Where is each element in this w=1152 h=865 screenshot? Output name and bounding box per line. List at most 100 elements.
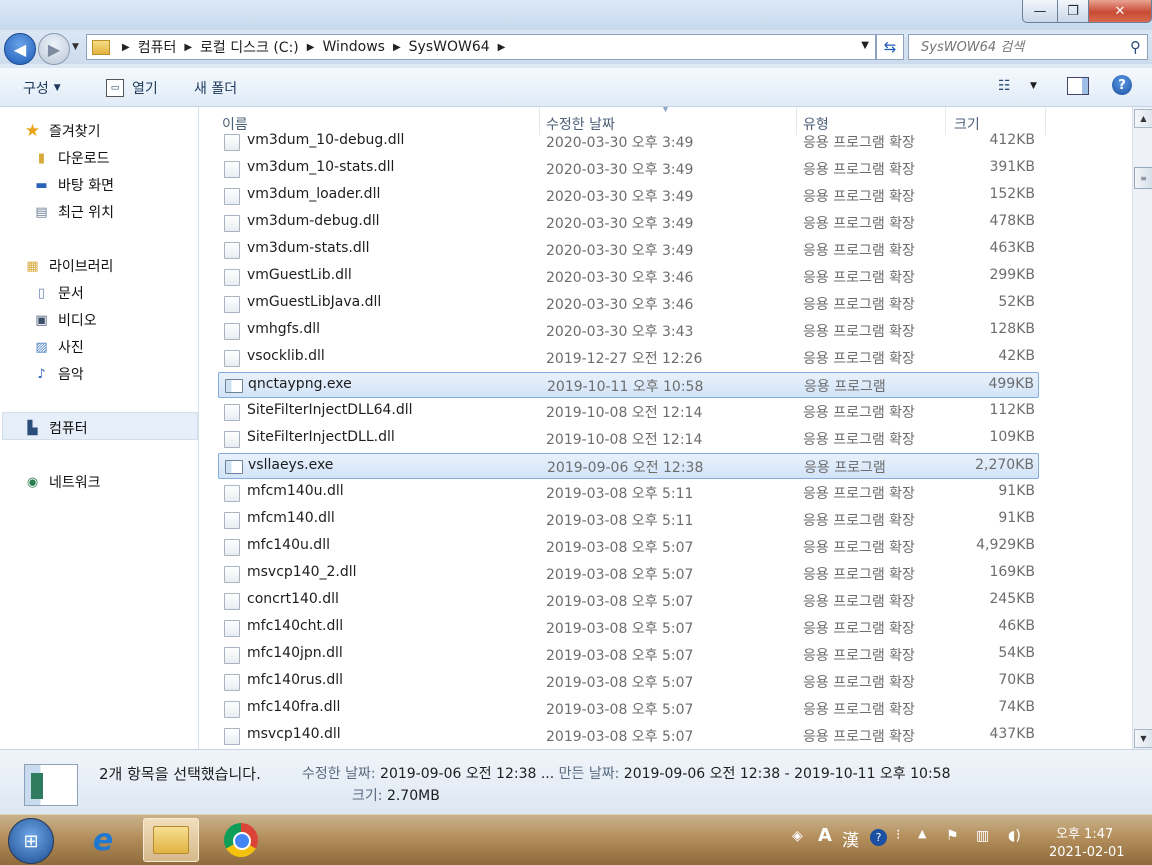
breadcrumb-local-disk[interactable]: 로컬 디스크 (C:) (200, 35, 299, 59)
table-row[interactable]: concrt140.dll 2019-03-08 오후 5:07 응용 프로그램 확… (218, 588, 1039, 614)
table-row[interactable]: mfc140jpn.dll 2019-03-08 오후 5:07 응용 프로그램 확… (218, 642, 1039, 668)
refresh-button[interactable]: ⇆ (876, 34, 904, 60)
file-name: mfcm140.dll (247, 510, 335, 526)
chevron-right-icon[interactable]: ▶ (385, 42, 409, 53)
ime-help-icon[interactable]: ? (870, 829, 887, 846)
scroll-down-icon[interactable]: ▼ (1134, 729, 1152, 748)
table-row[interactable]: vm3dum_10-stats.dll 2020-03-30 오후 3:49 응용 … (218, 156, 1039, 182)
table-row[interactable]: SiteFilterInjectDLL.dll 2019-10-08 오전 12:… (218, 426, 1039, 452)
search-input[interactable] (919, 38, 1123, 56)
nav-libraries[interactable]: ▦ 라이브러리 (24, 256, 113, 276)
file-size: 152KB (989, 186, 1035, 202)
table-row[interactable]: vm3dum-stats.dll 2020-03-30 오후 3:49 응용 프로그… (218, 237, 1039, 263)
chevron-right-icon[interactable]: ▶ (176, 42, 200, 53)
preview-pane-icon[interactable] (1067, 77, 1089, 95)
breadcrumb-syswow64[interactable]: SysWOW64 (409, 35, 490, 59)
table-row[interactable]: SiteFilterInjectDLL64.dll 2019-10-08 오전 1… (218, 399, 1039, 425)
clock-time[interactable]: 오후 1:47 (1056, 823, 1113, 842)
ime-mode-a[interactable]: A (818, 825, 832, 846)
back-button[interactable]: ◀ (4, 33, 36, 65)
nav-desktop[interactable]: ▬ 바탕 화면 (33, 175, 114, 195)
nav-network[interactable]: ◉ 네트워크 (24, 472, 101, 492)
file-size: 91KB (998, 483, 1035, 499)
column-divider[interactable] (1045, 107, 1046, 135)
table-row[interactable]: msvcp140.dll 2019-03-08 오후 5:07 응용 프로그램 확장… (218, 723, 1039, 749)
taskbar-internet-explorer[interactable]: e (75, 818, 131, 862)
table-row[interactable]: mfcm140.dll 2019-03-08 오후 5:11 응용 프로그램 확장 9… (218, 507, 1039, 533)
vertical-scrollbar[interactable]: ▲ ≡ ▼ (1132, 107, 1152, 749)
table-row[interactable]: vm3dum_loader.dll 2020-03-30 오후 3:49 응용 프로… (218, 183, 1039, 209)
nav-pictures-label: 사진 (58, 340, 84, 356)
file-date: 2019-03-08 오후 5:07 (546, 702, 694, 718)
action-center-flag-icon[interactable]: ⚑ (946, 828, 959, 844)
details-size: 크기: 2.70MB (352, 785, 440, 805)
nav-documents[interactable]: ▯ 문서 (33, 283, 84, 303)
show-hidden-icons[interactable]: ▲ (918, 827, 926, 840)
table-row[interactable]: vm3dum_10-debug.dll 2020-03-30 오후 3:49 응용 … (218, 129, 1039, 155)
dll-file-icon (224, 215, 240, 232)
table-row[interactable]: vmhgfs.dll 2020-03-30 오후 3:43 응용 프로그램 확장 12… (218, 318, 1039, 344)
dll-file-icon (224, 404, 240, 421)
ime-options-icon[interactable]: ⁝ (896, 827, 900, 843)
breadcrumb-windows[interactable]: Windows (322, 35, 385, 59)
chevron-right-icon[interactable]: ▶ (299, 42, 323, 53)
ime-hanja[interactable]: 漢 (842, 826, 859, 851)
nav-recent[interactable]: ▤ 최근 위치 (33, 202, 114, 222)
search-box[interactable]: ⚲ (908, 34, 1148, 60)
table-row[interactable]: mfc140fra.dll 2019-03-08 오후 5:07 응용 프로그램 확… (218, 696, 1039, 722)
chevron-down-icon: ▼ (53, 83, 61, 93)
volume-icon[interactable]: ◖) (1008, 828, 1021, 844)
table-row[interactable]: vsllaeys.exe 2019-09-06 오전 12:38 응용 프로그램 2,… (218, 453, 1039, 479)
minimize-button[interactable]: — (1022, 0, 1058, 23)
close-button[interactable]: ✕ (1088, 0, 1152, 23)
file-date: 2019-03-08 오후 5:07 (546, 567, 694, 583)
table-row[interactable]: vmGuestLibJava.dll 2020-03-30 오후 3:46 응용 프… (218, 291, 1039, 317)
video-icon: ▣ (35, 312, 48, 328)
recent-pages-dropdown[interactable]: ▼ (72, 42, 79, 52)
open-button[interactable]: ▭ 열기 (106, 78, 158, 98)
table-row[interactable]: vmGuestLib.dll 2020-03-30 오후 3:46 응용 프로그램 … (218, 264, 1039, 290)
nav-videos[interactable]: ▣ 비디오 (33, 310, 96, 330)
table-row[interactable]: vm3dum-debug.dll 2020-03-30 오후 3:49 응용 프로그… (218, 210, 1039, 236)
scroll-thumb[interactable]: ≡ (1134, 167, 1152, 189)
file-date: 2020-03-30 오후 3:49 (546, 162, 694, 178)
search-icon[interactable]: ⚲ (1130, 38, 1141, 56)
table-row[interactable]: mfc140cht.dll 2019-03-08 오후 5:07 응용 프로그램 확… (218, 615, 1039, 641)
change-view-icon[interactable]: ☷ (998, 78, 1020, 94)
file-size: 463KB (989, 240, 1035, 256)
table-row[interactable]: mfc140u.dll 2019-03-08 오후 5:07 응용 프로그램 확장 4… (218, 534, 1039, 560)
new-folder-button[interactable]: 새 폴더 (194, 78, 237, 98)
address-bar[interactable]: ▶ 컴퓨터 ▶ 로컬 디스크 (C:) ▶ Windows ▶ SysWOW64… (86, 34, 876, 60)
folder-icon (92, 39, 110, 55)
table-row[interactable]: mfc140rus.dll 2019-03-08 오후 5:07 응용 프로그램 확… (218, 669, 1039, 695)
language-bar-icon[interactable]: ◈ (792, 828, 803, 844)
organize-button[interactable]: 구성 ▼ (23, 78, 61, 98)
nav-favorites[interactable]: ★ 즐겨찾기 (24, 121, 101, 141)
view-options-dropdown[interactable]: ▼ (1030, 81, 1037, 91)
table-row[interactable]: mfcm140u.dll 2019-03-08 오후 5:11 응용 프로그램 확장… (218, 480, 1039, 506)
file-size: 70KB (998, 672, 1035, 688)
breadcrumb-computer[interactable]: 컴퓨터 (138, 35, 177, 59)
table-row[interactable]: qnctaypng.exe 2019-10-11 오후 10:58 응용 프로그램 4… (218, 372, 1039, 398)
taskbar-explorer[interactable] (143, 818, 199, 862)
taskbar-chrome[interactable] (213, 818, 269, 862)
nav-music[interactable]: ♪ 음악 (33, 364, 83, 384)
file-date: 2020-03-30 오후 3:49 (546, 135, 694, 151)
network-tray-icon[interactable]: ▥ (976, 828, 989, 844)
nav-computer[interactable]: ▙ 컴퓨터 (24, 418, 88, 438)
scroll-up-icon[interactable]: ▲ (1134, 109, 1152, 128)
table-row[interactable]: vsocklib.dll 2019-12-27 오전 12:26 응용 프로그램 확… (218, 345, 1039, 371)
nav-pictures[interactable]: ▨ 사진 (33, 337, 84, 357)
navigation-pane: ★ 즐겨찾기 ▮ 다운로드 ▬ 바탕 화면 ▤ 최근 위치 ▦ 라이브러리 ▯ … (0, 107, 199, 749)
chevron-right-icon[interactable]: ▶ (490, 42, 514, 53)
nav-downloads[interactable]: ▮ 다운로드 (33, 148, 110, 168)
maximize-button[interactable]: ❐ (1057, 0, 1089, 23)
dll-file-icon (224, 620, 240, 637)
chevron-down-icon[interactable]: ▼ (861, 40, 869, 51)
chevron-right-icon[interactable]: ▶ (114, 42, 138, 53)
forward-button[interactable]: ▶ (38, 33, 70, 65)
table-row[interactable]: msvcp140_2.dll 2019-03-08 오후 5:07 응용 프로그램 … (218, 561, 1039, 587)
start-button[interactable]: ⊞ (8, 818, 54, 864)
help-icon[interactable]: ? (1112, 75, 1132, 95)
clock-date[interactable]: 2021-02-01 (1049, 845, 1125, 860)
